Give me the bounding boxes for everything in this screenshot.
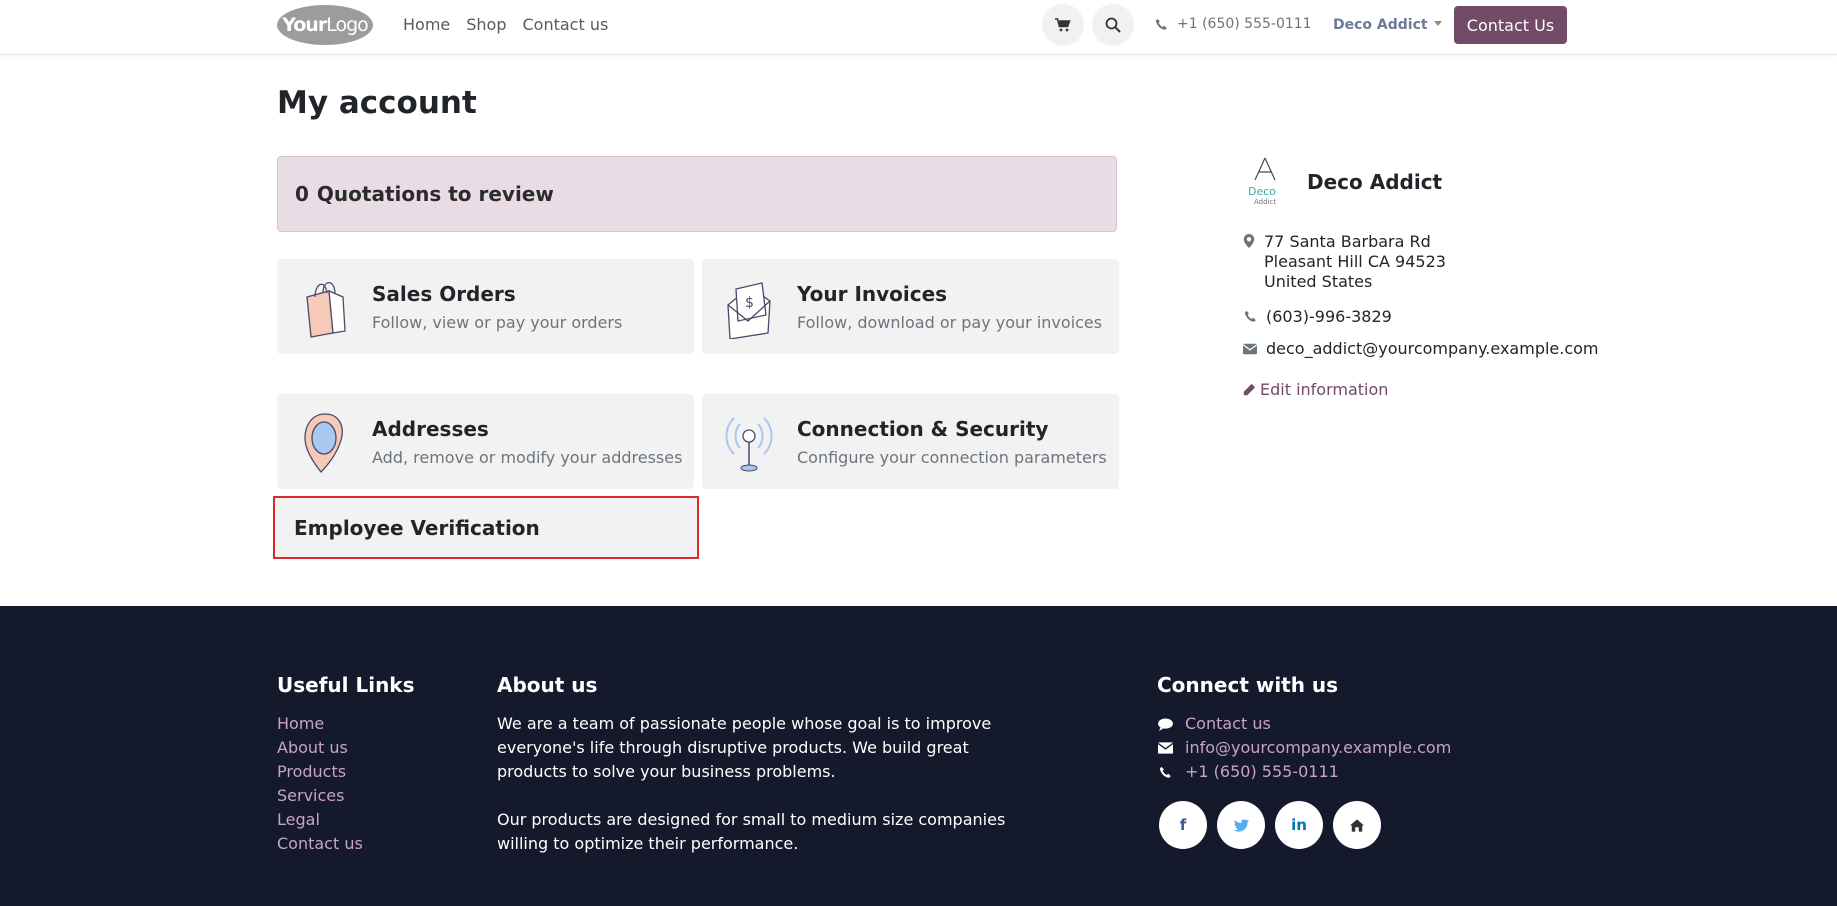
facebook-icon[interactable]: f: [1159, 801, 1207, 849]
search-icon: [1105, 17, 1121, 33]
about-us-title: About us: [497, 673, 598, 697]
nav-contact-us[interactable]: Contact us: [523, 15, 609, 34]
home-icon[interactable]: [1333, 801, 1381, 849]
invoice-envelope-icon: $: [727, 282, 771, 339]
main-nav: Home Shop Contact us: [403, 15, 608, 34]
phone-icon: [1244, 310, 1256, 322]
card-title: Addresses: [372, 417, 489, 441]
address-line: Pleasant Hill CA 94523: [1264, 252, 1446, 271]
quotations-count: 0: [295, 182, 309, 206]
envelope-icon: [1243, 343, 1257, 354]
svg-text:$: $: [745, 295, 754, 311]
top-navbar: Your Logo Home Shop Contact us +1 (650) 5…: [0, 0, 1837, 55]
comment-icon: [1157, 717, 1173, 731]
page-title: My account: [277, 85, 477, 121]
partner-logo-text-2: Addict: [1254, 198, 1276, 206]
user-menu-label: Deco Addict: [1333, 17, 1428, 33]
card-your-invoices[interactable]: $ Your Invoices Follow, download or pay …: [702, 259, 1119, 354]
map-marker-icon: [1243, 234, 1255, 248]
nav-home[interactable]: Home: [403, 15, 450, 34]
quotations-label: Quotations to review: [316, 182, 554, 206]
connect-phone-text: +1 (650) 555-0111: [1185, 762, 1339, 781]
card-subtitle: Configure your connection parameters: [797, 448, 1107, 467]
social-links: f in: [1159, 801, 1381, 849]
logo-text-rest: Logo: [326, 14, 369, 36]
card-subtitle: Follow, download or pay your invoices: [797, 313, 1103, 332]
partner-phone-text: (603)-996-3829: [1266, 307, 1392, 326]
connect-title: Connect with us: [1157, 673, 1339, 697]
useful-links-list: Home About us Products Services Legal Co…: [277, 712, 363, 856]
header-phone-text: +1 (650) 555-0111: [1177, 16, 1312, 32]
footer-link-services[interactable]: Services: [277, 784, 363, 808]
footer-link-contact-us[interactable]: Contact us: [277, 832, 363, 856]
footer-link-home[interactable]: Home: [277, 712, 363, 736]
partner-name: Deco Addict: [1307, 170, 1443, 194]
about-us-text: We are a team of passionate people whose…: [497, 712, 1027, 880]
partner-email-text: deco_addict@yourcompany.example.com: [1266, 339, 1599, 358]
partner-logo-text-1: Deco: [1248, 185, 1276, 198]
quotations-to-review[interactable]: 0 Quotations to review: [277, 156, 1117, 232]
card-title: Your Invoices: [797, 282, 948, 306]
footer-link-products[interactable]: Products: [277, 760, 363, 784]
company-logo[interactable]: Your Logo: [277, 5, 373, 45]
address-line: United States: [1264, 272, 1373, 291]
search-button[interactable]: [1092, 4, 1134, 46]
phone-icon: [1159, 766, 1171, 778]
twitter-icon[interactable]: [1217, 801, 1265, 849]
card-addresses[interactable]: Addresses Add, remove or modify your add…: [277, 394, 694, 489]
connect-contact-us[interactable]: Contact us: [1157, 712, 1451, 736]
card-title: Connection & Security: [797, 417, 1049, 441]
connect-email-text: info@yourcompany.example.com: [1185, 738, 1452, 757]
connect-contact-us-text: Contact us: [1185, 714, 1271, 733]
cart-icon: [1055, 18, 1071, 32]
nav-shop[interactable]: Shop: [466, 15, 506, 34]
employee-verification-card[interactable]: Employee Verification: [273, 496, 699, 559]
header-phone[interactable]: +1 (650) 555-0111: [1155, 16, 1312, 32]
card-subtitle: Follow, view or pay your orders: [372, 313, 623, 332]
pencil-icon: [1243, 383, 1256, 395]
partner-email: deco_addict@yourcompany.example.com: [1243, 339, 1599, 358]
envelope-icon: [1157, 742, 1173, 754]
partner-address: 77 Santa Barbara Rd Pleasant Hill CA 945…: [1264, 232, 1446, 292]
card-connection-security[interactable]: Connection & Security Configure your con…: [702, 394, 1119, 489]
footer-link-legal[interactable]: Legal: [277, 808, 363, 832]
cart-button[interactable]: [1042, 4, 1084, 46]
card-sales-orders[interactable]: Sales Orders Follow, view or pay your or…: [277, 259, 694, 354]
connect-email[interactable]: info@yourcompany.example.com: [1157, 736, 1451, 760]
chevron-down-icon: [1433, 20, 1442, 26]
about-paragraph: Our products are designed for small to m…: [497, 810, 1006, 853]
edit-information-link[interactable]: Edit information: [1242, 380, 1388, 399]
card-title: Sales Orders: [372, 282, 516, 306]
edit-information-label: Edit information: [1260, 380, 1389, 399]
linkedin-icon[interactable]: in: [1275, 801, 1323, 849]
card-subtitle: Add, remove or modify your addresses: [372, 448, 683, 467]
partner-phone: (603)-996-3829: [1243, 307, 1392, 326]
connect-list: Contact us info@yourcompany.example.com …: [1157, 712, 1451, 784]
about-paragraph: We are a team of passionate people whose…: [497, 714, 992, 781]
footer-link-about-us[interactable]: About us: [277, 736, 363, 760]
contact-us-button[interactable]: Contact Us: [1454, 6, 1567, 44]
useful-links-title: Useful Links: [277, 673, 415, 697]
employee-verification-label: Employee Verification: [294, 515, 540, 540]
connect-phone[interactable]: +1 (650) 555-0111: [1157, 760, 1451, 784]
map-pin-icon: [304, 413, 343, 473]
address-line: 77 Santa Barbara Rd: [1264, 232, 1431, 251]
phone-icon: [1155, 18, 1167, 30]
antenna-icon: [725, 417, 773, 472]
site-footer: Useful Links Home About us Products Serv…: [0, 606, 1837, 906]
partner-logo: Deco Addict: [1248, 157, 1276, 206]
user-menu[interactable]: Deco Addict: [1333, 17, 1442, 33]
shopping-bag-icon: [306, 281, 346, 338]
logo-text-main: Your: [282, 14, 327, 36]
